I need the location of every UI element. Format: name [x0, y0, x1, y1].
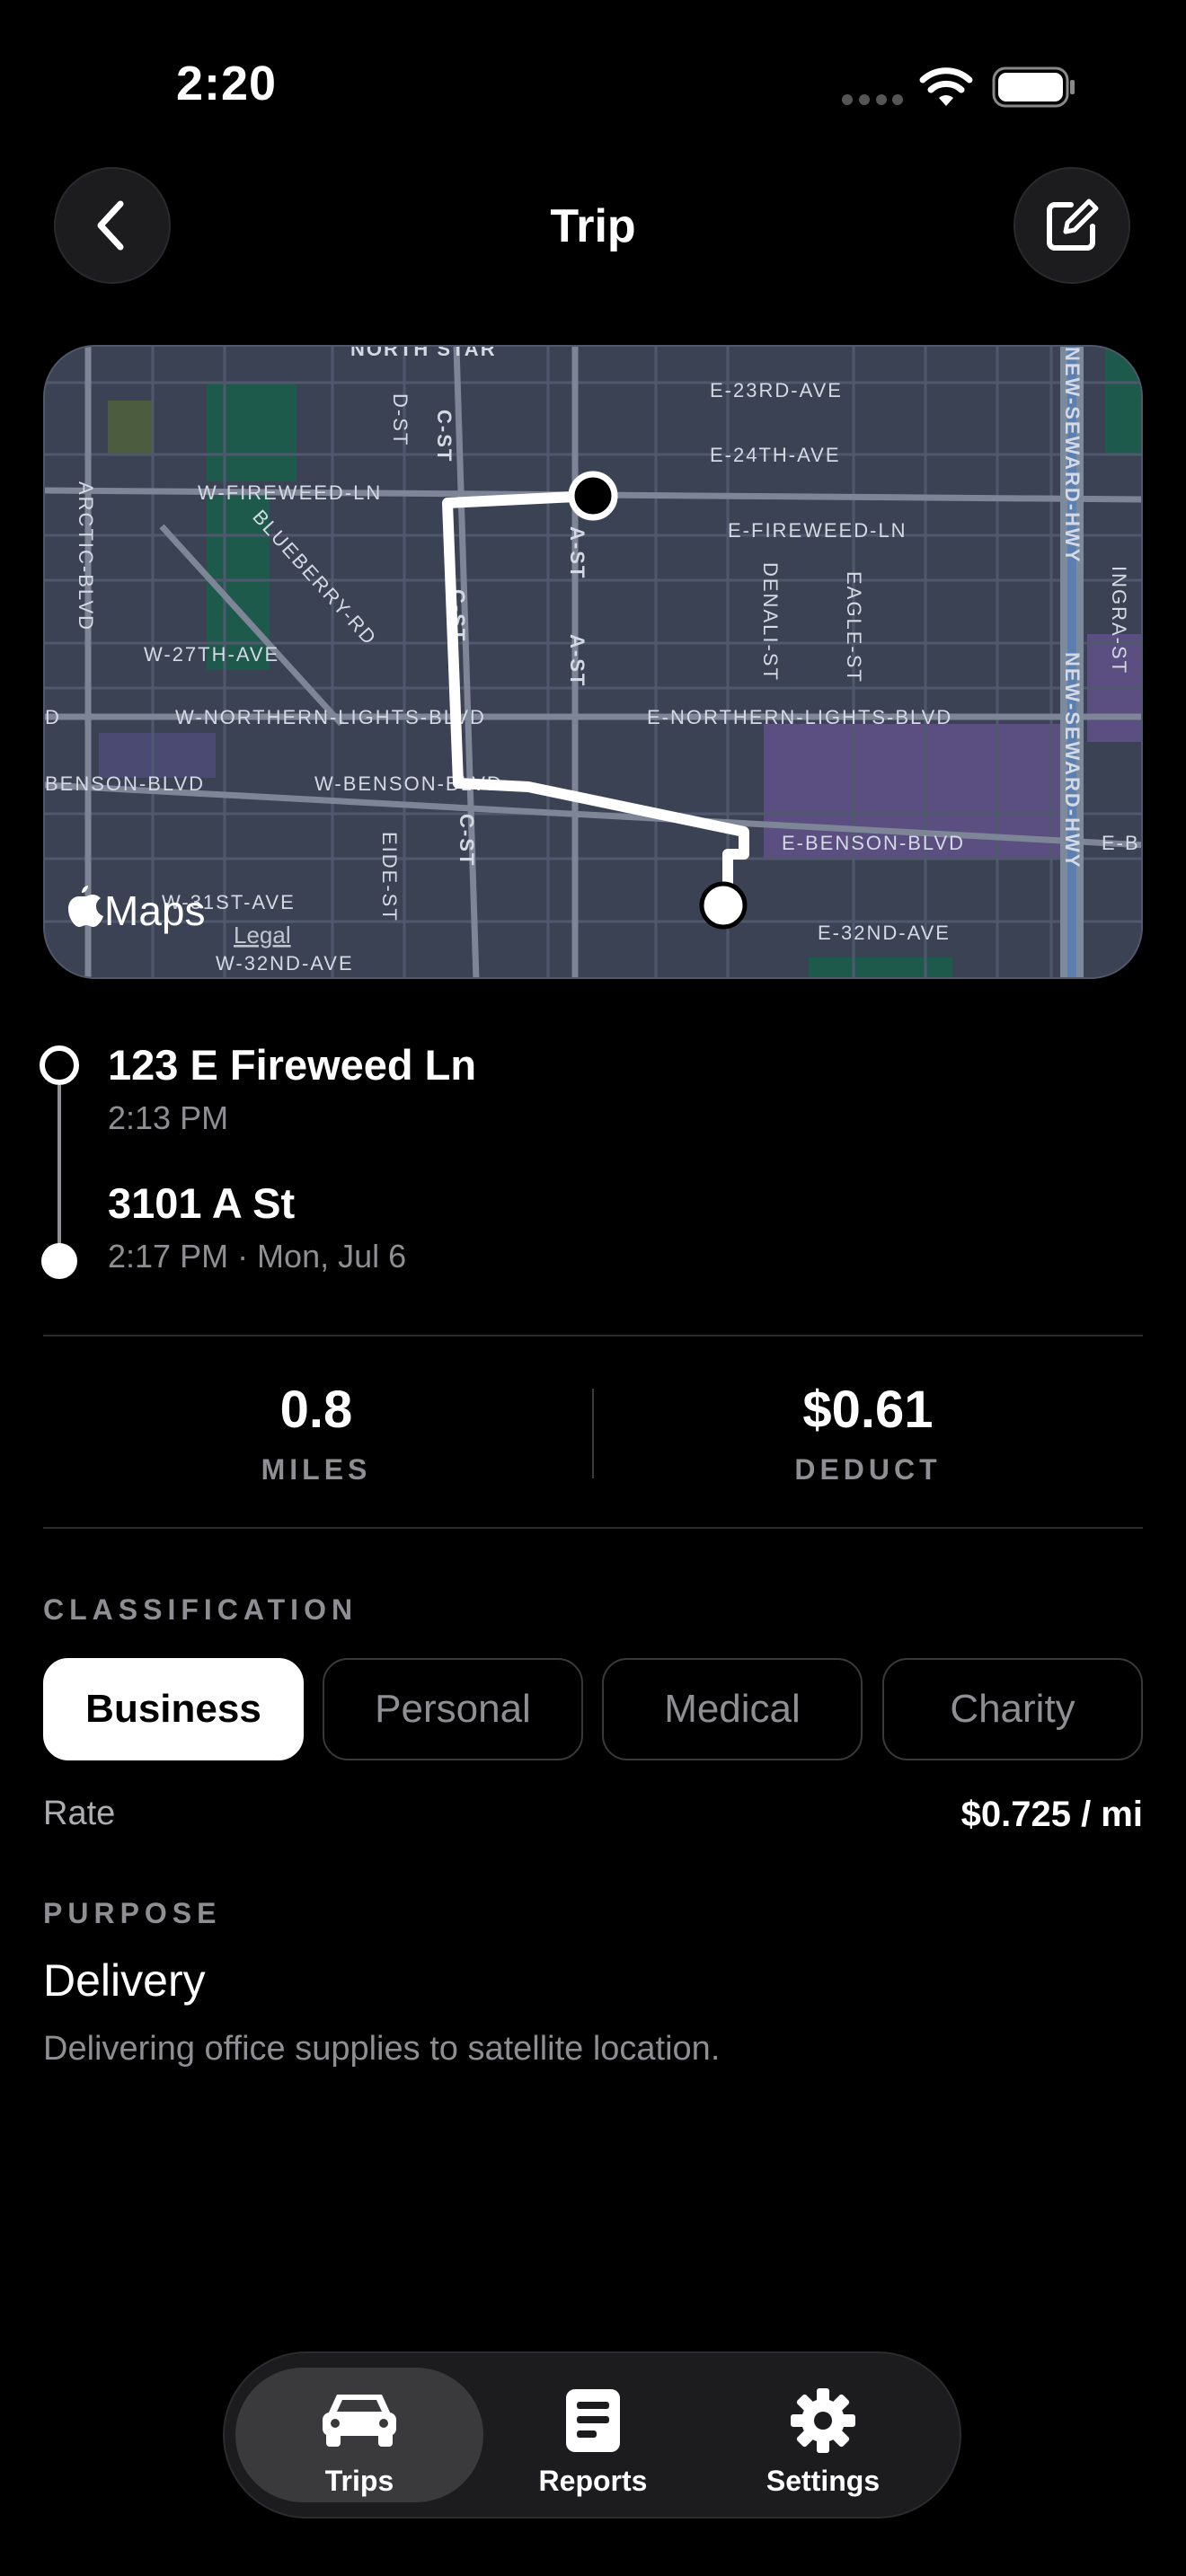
end-time: 2:17 PM · Mon, Jul 6 — [108, 1238, 407, 1275]
map-street-label: C-ST — [433, 410, 456, 463]
map-street-label: ARCTIC-BLVD — [75, 481, 97, 631]
map-street-label: E-B — [1102, 832, 1140, 854]
map-street-label: A-ST — [566, 634, 589, 687]
map-street-label: E-FIREWEED-LN — [728, 519, 907, 542]
classification-business-button[interactable]: Business — [43, 1658, 304, 1760]
gear-icon — [791, 2388, 855, 2453]
map-street-label: W-32ND-AVE — [216, 952, 354, 975]
page-title: Trip — [550, 200, 636, 252]
cellular-signal-icon — [842, 94, 903, 105]
purpose-description[interactable]: Delivering office supplies to satellite … — [43, 2030, 720, 2069]
map-street-label: BENSON-BLVD — [45, 772, 205, 795]
map-street-label: D-ST — [389, 393, 412, 446]
status-time: 2:20 — [176, 57, 278, 110]
maps-brand-text: Maps — [104, 887, 205, 934]
document-icon — [566, 2389, 620, 2452]
map-street-label: E-24TH-AVE — [710, 444, 841, 466]
purpose-title[interactable]: Delivery — [43, 1954, 206, 2007]
map-street-label: EAGLE-ST — [843, 571, 865, 684]
tab-label: Reports — [538, 2465, 648, 2497]
divider — [43, 1527, 1143, 1529]
park-area — [108, 401, 153, 454]
map-street-label: W-27TH-AVE — [144, 643, 279, 666]
miles-label: MILES — [261, 1453, 372, 1486]
map-street-label: INGRA-ST — [1108, 566, 1130, 675]
map-street-label: NEW-SEWARD-HWY — [1061, 652, 1084, 869]
tab-reports[interactable]: Reports — [469, 2368, 717, 2502]
rate-value: $0.725 / mi — [960, 1795, 1143, 1834]
park-area — [207, 383, 296, 481]
map-street-label: C-ST — [456, 814, 478, 867]
start-address: 123 E Fireweed Ln — [108, 1041, 477, 1089]
start-time: 2:13 PM — [108, 1099, 229, 1136]
map-street-label: W-NORTHERN-LIGHTS-BLVD — [175, 706, 486, 728]
classification-medical-button[interactable]: Medical — [602, 1658, 863, 1760]
map-street-label: A-ST — [566, 526, 589, 579]
map-street-label: W-FIREWEED-LN — [198, 481, 382, 504]
map-street-label: E-32ND-AVE — [818, 922, 951, 944]
edit-icon — [1047, 198, 1099, 251]
rate-label: Rate — [43, 1795, 116, 1832]
end-point-icon — [41, 1243, 77, 1279]
legal-link[interactable]: Legal — [234, 922, 291, 948]
commercial-area — [99, 733, 216, 778]
divider — [43, 1335, 1143, 1337]
wifi-icon — [919, 67, 973, 106]
map-street-label: E-BENSON-BLVD — [782, 832, 965, 854]
deduct-value: $0.61 — [802, 1381, 934, 1439]
map-street-label: DENALI-ST — [759, 562, 782, 682]
route-start-marker[interactable] — [568, 471, 618, 521]
start-point-icon — [40, 1045, 79, 1085]
stats-separator — [592, 1389, 594, 1478]
classification-personal-button[interactable]: Personal — [323, 1658, 583, 1760]
purpose-label: PURPOSE — [43, 1897, 222, 1929]
map-street-label: E-23RD-AVE — [710, 379, 843, 401]
map-street-label: D — [45, 706, 61, 728]
map-street-label: EIDE-ST — [378, 832, 401, 922]
edit-button[interactable] — [1013, 167, 1130, 284]
battery-icon — [992, 66, 1075, 108]
miles-value: 0.8 — [279, 1381, 353, 1439]
tab-label: Settings — [766, 2465, 881, 2497]
classification-label: CLASSIFICATION — [43, 1593, 358, 1626]
tab-settings[interactable]: Settings — [699, 2368, 947, 2502]
tab-label: Trips — [324, 2465, 394, 2497]
tab-trips[interactable]: Trips — [235, 2368, 483, 2502]
deduct-label: DEDUCT — [794, 1453, 942, 1486]
route-map[interactable]: NORTH STAR E-23RD-AVE E-24TH-AVE W-FIREW… — [43, 345, 1143, 979]
park-area — [1105, 347, 1141, 454]
route-end-marker[interactable] — [699, 881, 748, 930]
classification-charity-button[interactable]: Charity — [882, 1658, 1143, 1760]
route-timeline-line — [58, 1085, 61, 1256]
map-street-label: NORTH STAR — [350, 347, 497, 360]
tab-bar: Trips Reports Settings — [223, 2351, 961, 2519]
map-street-label: NEW-SEWARD-HWY — [1061, 347, 1084, 563]
map-street-label: E-NORTHERN-LIGHTS-BLVD — [647, 706, 952, 728]
end-address: 3101 A St — [108, 1179, 296, 1227]
car-icon — [323, 2395, 396, 2447]
park-area — [809, 957, 952, 977]
